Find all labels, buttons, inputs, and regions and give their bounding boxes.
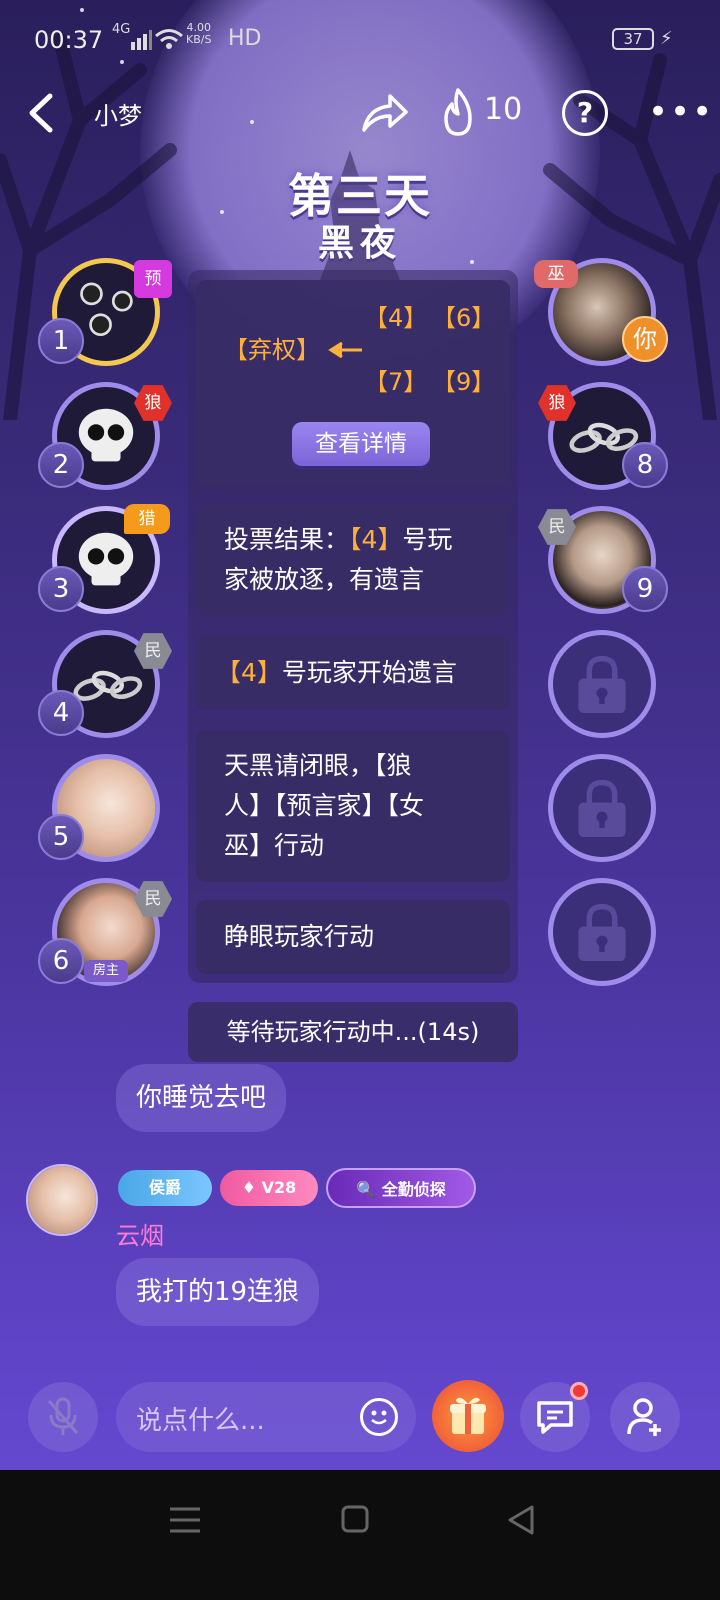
chat-message-bubble: 你睡觉去吧 xyxy=(116,1064,287,1132)
charging-icon: ⚡ xyxy=(660,28,673,49)
status-bar: 00:37 4G 4.00 KB/S HD 37 ⚡ xyxy=(0,0,720,82)
seat-number: 4 xyxy=(38,690,84,736)
seat-number: 5 xyxy=(38,814,84,860)
view-details-button[interactable]: 查看详情 xyxy=(292,422,430,466)
home-icon[interactable] xyxy=(340,1504,370,1534)
menu-icon[interactable] xyxy=(168,1506,202,1534)
chat-bubble-icon xyxy=(537,1401,573,1434)
notification-dot xyxy=(570,1382,588,1400)
title-bar: 小梦 10 ? ••• xyxy=(0,82,720,144)
chat-user-name: 云烟 xyxy=(116,1222,164,1250)
locked-seat-ring xyxy=(548,630,656,738)
locked-seat-ring xyxy=(548,754,656,862)
more-icon[interactable]: ••• xyxy=(648,92,714,132)
help-icon[interactable]: ? xyxy=(562,90,608,136)
waiting-status: 等待玩家行动中...(14s) xyxy=(188,1002,518,1062)
player-seat-3[interactable]: 猎 3 xyxy=(38,504,170,614)
vote-result-message: 投票结果：【4】号玩 家被放逐，有遗言 xyxy=(196,504,510,616)
game-log-panel: 【弃权】 【4】 【6】 【7】 【9】 查看详情 投票结果：【4】号玩 家被放… xyxy=(188,270,518,983)
detective-badge: 🔍 全勤侦探 xyxy=(326,1168,476,1208)
magnifier-icon: 🔍 xyxy=(356,1180,382,1199)
system-navigation-bar xyxy=(0,1470,720,1600)
seat-number: 9 xyxy=(622,566,668,612)
vote-target: 【7】 xyxy=(364,368,428,396)
abstain-label: 【弃权】 xyxy=(224,336,320,364)
mic-off-button[interactable] xyxy=(28,1382,98,1452)
you-badge: 你 xyxy=(622,316,668,362)
vote-card: 【弃权】 【4】 【6】 【7】 【9】 查看详情 xyxy=(196,280,510,486)
last-words-message: 【4】号玩家开始遗言 xyxy=(196,636,510,710)
locked-seat[interactable] xyxy=(548,754,656,862)
seat-number: 2 xyxy=(38,442,84,488)
locked-seat[interactable] xyxy=(548,878,656,986)
seat-number: 3 xyxy=(38,566,84,612)
chat-input[interactable]: 说点什么... xyxy=(116,1382,416,1452)
chat-message-bubble: 我打的19连狼 xyxy=(116,1258,320,1326)
arrow-left-icon xyxy=(328,342,362,358)
gift-button[interactable] xyxy=(432,1380,504,1452)
gift-icon xyxy=(450,1397,486,1434)
network-type: 4G xyxy=(112,22,131,37)
night-instruction-text: 天黑请闭眼，【狼 人】【预言家】【女 巫】行动 xyxy=(224,751,425,860)
role-badge-witch: 巫 xyxy=(534,260,578,288)
rank-badge: 侯爵 xyxy=(118,1170,212,1206)
back-icon[interactable] xyxy=(22,90,62,136)
vote-result-text: 投票结果：【4】号玩 家被放逐，有遗言 xyxy=(224,525,453,594)
vip-badge: ♦ V28 xyxy=(220,1170,318,1206)
last-words-text: 【4】号玩家开始遗言 xyxy=(216,658,457,687)
emoji-icon[interactable] xyxy=(360,1398,398,1436)
add-user-icon xyxy=(627,1398,661,1436)
seat-number: 8 xyxy=(622,442,668,488)
player-seat-1[interactable]: 预 1 xyxy=(38,258,172,366)
room-name: 小梦 xyxy=(94,102,142,130)
locked-seat[interactable] xyxy=(548,630,656,738)
chat-input-placeholder: 说点什么... xyxy=(136,1406,265,1436)
lock-icon xyxy=(578,655,626,714)
player-seat-5[interactable]: 5 xyxy=(38,754,160,862)
mic-off-icon xyxy=(47,1397,79,1435)
locked-seat-ring xyxy=(548,878,656,986)
player-seat-2[interactable]: 狼 2 xyxy=(38,382,172,490)
role-badge-seer: 预 xyxy=(134,260,172,298)
open-eyes-text: 睁眼玩家行动 xyxy=(224,922,375,951)
player-seat-self[interactable]: 巫 你 xyxy=(534,258,668,366)
battery-icon: 37 xyxy=(612,28,654,50)
night-instruction-message: 天黑请闭眼，【狼 人】【预言家】【女 巫】行动 xyxy=(196,730,510,882)
open-eyes-message: 睁眼玩家行动 xyxy=(196,900,510,974)
player-seat-9[interactable]: 民 9 xyxy=(538,506,668,614)
role-badge-hunter: 猎 xyxy=(124,504,170,534)
player-seat-8[interactable]: 狼 8 xyxy=(538,382,668,490)
add-friend-button[interactable] xyxy=(610,1382,680,1452)
status-time: 00:37 xyxy=(34,26,104,54)
diamond-icon: ♦ xyxy=(241,1178,262,1197)
vote-target: 【9】 xyxy=(432,368,496,396)
smile-glyph xyxy=(371,1410,387,1425)
signal-icon xyxy=(131,30,152,50)
vote-target: 【6】 xyxy=(432,304,496,332)
back-nav-icon[interactable] xyxy=(506,1504,536,1536)
fire-icon[interactable] xyxy=(440,88,476,136)
network-speed: 4.00 KB/S xyxy=(186,21,212,46)
hd-indicator: HD xyxy=(228,26,262,51)
lock-icon xyxy=(578,903,626,962)
host-badge: 房主 xyxy=(84,960,128,982)
player-seat-6[interactable]: 民 房主 6 xyxy=(38,878,172,986)
bottom-bar: 说点什么... xyxy=(0,1378,720,1458)
lock-icon xyxy=(578,779,626,838)
share-icon[interactable] xyxy=(360,90,408,136)
wifi-icon xyxy=(155,29,183,49)
chat-user-avatar[interactable] xyxy=(26,1164,98,1236)
fire-count: 10 xyxy=(484,92,523,127)
player-seat-4[interactable]: 民 4 xyxy=(38,630,172,738)
seat-number: 6 xyxy=(38,938,84,984)
vote-target: 【4】 xyxy=(364,304,428,332)
seat-number: 1 xyxy=(38,318,84,364)
